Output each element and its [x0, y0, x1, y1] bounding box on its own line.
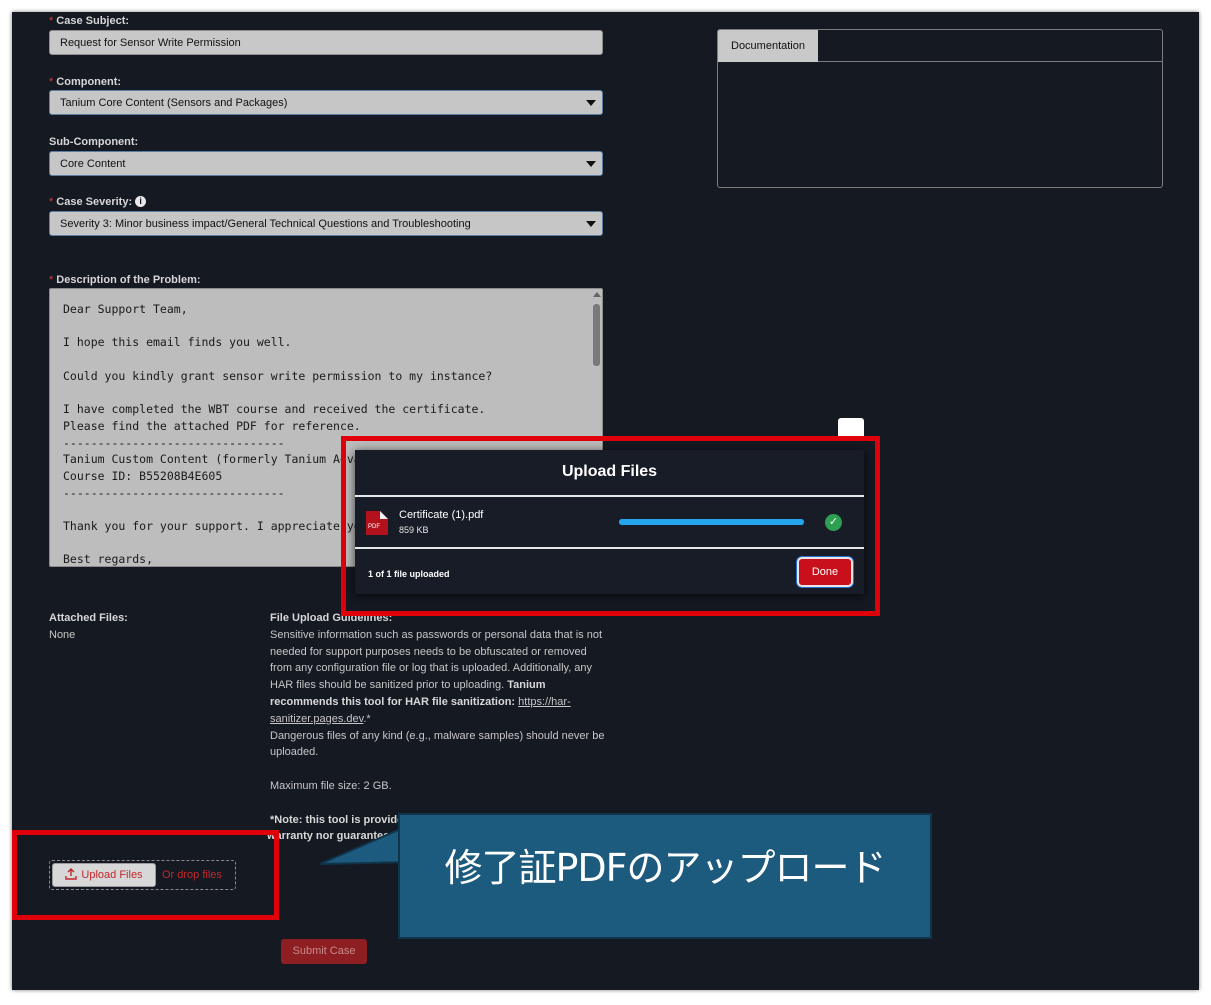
guidelines-paragraph: Sensitive information such as passwords …: [270, 628, 603, 725]
scroll-up-arrow-icon[interactable]: [593, 292, 601, 297]
attached-files-value: None: [49, 629, 76, 641]
description-line: I have completed the WBT course and rece…: [63, 402, 486, 417]
description-line: Dear Support Team,: [63, 302, 188, 316]
documentation-panel: Documentation: [717, 29, 1163, 188]
file-drop-zone[interactable]: Upload Files Or drop files: [49, 860, 236, 890]
case-subject-label: * Case Subject:: [49, 15, 130, 27]
upload-complete-check-icon: ✓: [825, 514, 842, 531]
upload-guidelines: File Upload Guidelines: Sensitive inform…: [267, 610, 606, 845]
documentation-tabbar: Documentation: [718, 30, 1162, 62]
submit-case-button[interactable]: Submit Case: [281, 939, 367, 964]
scrollbar-thumb[interactable]: [593, 304, 600, 366]
done-button[interactable]: Done: [799, 559, 851, 585]
component-select[interactable]: Tanium Core Content (Sensors and Package…: [49, 90, 603, 115]
description-line: [63, 318, 589, 335]
sub-component-select[interactable]: Core Content: [49, 151, 603, 176]
tab-documentation[interactable]: Documentation: [718, 30, 818, 62]
upload-progress-fill: [619, 519, 804, 525]
max-file-size: Maximum file size: 2 GB.: [270, 779, 392, 792]
upload-files-modal: Upload Files PDF Certificate (1).pdf 859…: [355, 450, 864, 594]
upload-files-button[interactable]: Upload Files: [52, 863, 156, 887]
upload-status-text: 1 of 1 file uploaded: [368, 569, 450, 579]
uploaded-file-size: 859 KB: [399, 525, 429, 535]
chevron-down-icon: [586, 161, 596, 167]
component-label: * Component:: [49, 76, 122, 88]
modal-title: Upload Files: [561, 463, 658, 480]
description-line: I hope this email finds you well.: [63, 335, 292, 350]
chevron-down-icon: [586, 221, 596, 227]
attached-files-label: Attached Files:: [49, 612, 128, 624]
info-icon[interactable]: i: [135, 196, 147, 207]
upload-progress-bar: [619, 519, 804, 525]
app-window: * Case Subject: Request for Sensor Write …: [12, 12, 1199, 990]
modal-divider: [355, 547, 864, 549]
uploaded-file-name: Certificate (1).pdf: [399, 509, 484, 521]
modal-divider: [355, 495, 864, 497]
description-line: [63, 351, 589, 368]
description-label: * Description of the Problem:: [49, 274, 201, 286]
case-severity-label: * Case Severity: i: [49, 196, 147, 208]
case-subject-input[interactable]: Request for Sensor Write Permission: [49, 30, 603, 55]
sub-component-label: Sub-Component:: [49, 136, 139, 148]
upload-icon: [65, 868, 78, 880]
pdf-file-icon: PDF: [365, 510, 389, 536]
description-line: Could you kindly grant sensor write perm…: [63, 368, 493, 383]
description-line: Please find the attached PDF for referen…: [63, 418, 361, 433]
description-line: [63, 384, 589, 401]
callout-annotation: 修了証PDFのアップロード: [398, 813, 932, 939]
drop-files-text: Or drop files: [162, 869, 222, 881]
chevron-down-icon: [586, 100, 596, 106]
guidelines-warning: Dangerous files of any kind (e.g., malwa…: [270, 729, 605, 759]
case-severity-select[interactable]: Severity 3: Minor business impact/Genera…: [49, 211, 603, 236]
